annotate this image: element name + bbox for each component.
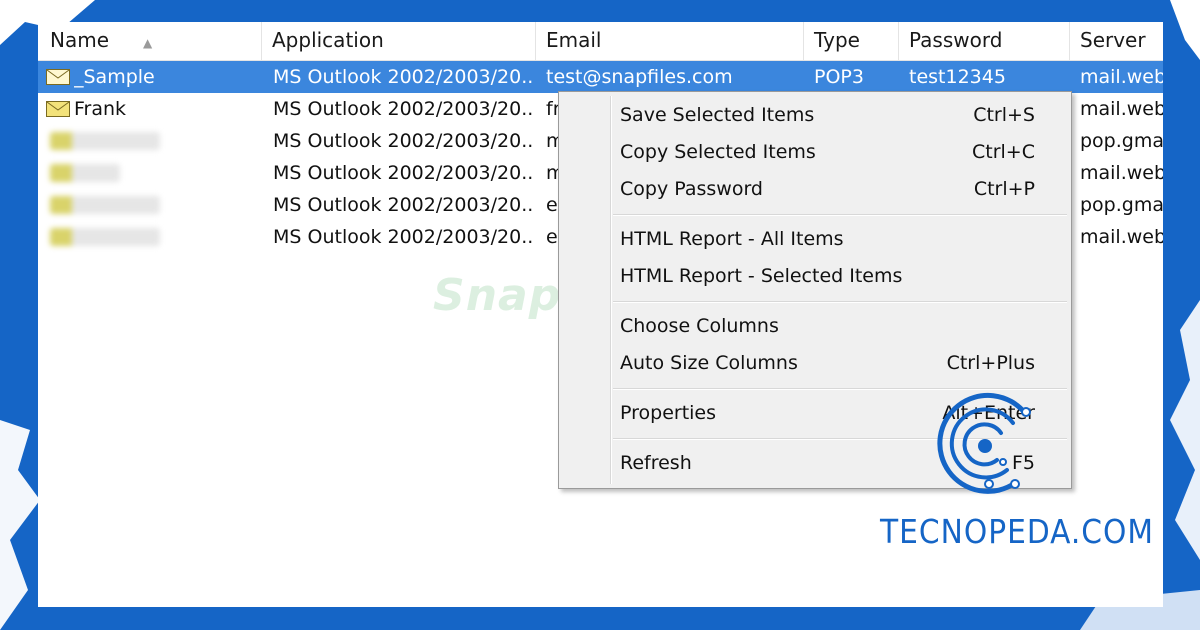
cell-type: POP3 [814,66,864,88]
column-header: Name ▲ Application Email Type Password Se… [38,22,1163,61]
column-server-label: Server [1080,28,1146,52]
cell-application: MS Outlook 2002/2003/20... [273,194,533,216]
column-password-label: Password [909,28,1003,52]
cell-name: _Sample [74,66,155,88]
tecnopeda-logo-icon [937,392,1031,494]
menu-item-label: Refresh [620,452,692,474]
blurred-name [50,132,160,150]
cell-server: mail.web [1080,162,1163,184]
cell-application: MS Outlook 2002/2003/20... [273,66,533,88]
sort-ascending-icon: ▲ [143,36,153,50]
menu-item-shortcut: Ctrl+S [973,104,1035,126]
envelope-icon [46,101,70,117]
cell-server: mail.web [1080,98,1163,120]
blurred-name [50,164,120,182]
menu-item-shortcut: Ctrl+Plus [946,352,1035,374]
menu-item-label: Copy Password [620,178,763,200]
menu-item-copy-password[interactable]: Copy Password Ctrl+P [559,171,1071,208]
menu-item-label: Auto Size Columns [620,352,798,374]
cell-application: MS Outlook 2002/2003/20... [273,98,533,120]
cell-server: mail.web [1080,66,1163,88]
menu-item-label: HTML Report - All Items [620,228,844,250]
menu-item-copy-selected[interactable]: Copy Selected Items Ctrl+C [559,134,1071,171]
column-application-label: Application [272,28,384,52]
blurred-name [50,196,160,214]
column-email[interactable]: Email [536,22,804,60]
column-type[interactable]: Type [804,22,899,60]
brand-name: TECNOPEDA.COM [880,512,1155,551]
menu-item-label: Properties [620,402,717,424]
column-name-label: Name [50,28,110,52]
column-type-label: Type [814,28,860,52]
menu-item-label: HTML Report - Selected Items [620,265,903,287]
column-name[interactable]: Name ▲ [38,22,262,60]
cell-name: Frank [74,98,127,120]
cell-server: pop.gma [1080,194,1163,216]
menu-item-choose-columns[interactable]: Choose Columns [559,308,1071,345]
cell-application: MS Outlook 2002/2003/20... [273,130,533,152]
cell-application: MS Outlook 2002/2003/20... [273,162,533,184]
cell-server: pop.gma [1080,130,1163,152]
menu-item-label: Save Selected Items [620,104,815,126]
column-application[interactable]: Application [262,22,536,60]
blurred-name [50,228,160,246]
menu-item-html-report-selected[interactable]: HTML Report - Selected Items [559,258,1071,295]
menu-item-shortcut: Ctrl+C [972,141,1035,163]
column-server[interactable]: Server [1070,22,1163,60]
menu-separator [613,214,1067,216]
menu-separator [613,301,1067,303]
cell-password: test12345 [909,66,1006,88]
column-password[interactable]: Password [899,22,1070,60]
menu-item-shortcut: Ctrl+P [973,178,1035,200]
menu-item-auto-size-columns[interactable]: Auto Size Columns Ctrl+Plus [559,345,1071,382]
menu-item-label: Choose Columns [620,315,779,337]
menu-item-save-selected[interactable]: Save Selected Items Ctrl+S [559,97,1071,134]
cell-email: test@snapfiles.com [546,66,733,88]
envelope-icon [46,69,70,85]
menu-item-html-report-all[interactable]: HTML Report - All Items [559,221,1071,258]
column-email-label: Email [546,28,602,52]
cell-application: MS Outlook 2002/2003/20... [273,226,533,248]
cell-server: mail.web [1080,226,1163,248]
menu-item-label: Copy Selected Items [620,141,816,163]
table-row[interactable]: _Sample MS Outlook 2002/2003/20... test@… [38,61,1163,93]
